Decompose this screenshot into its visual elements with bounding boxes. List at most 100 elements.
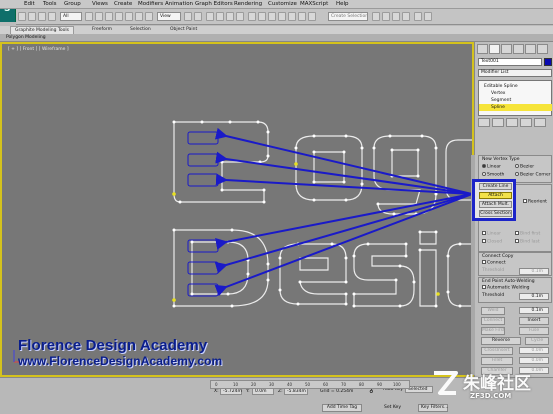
display-tab-icon[interactable] [525, 44, 536, 54]
tab-object-paint[interactable]: Object Paint [166, 26, 201, 34]
utilities-tab-icon[interactable] [537, 44, 548, 54]
menu-group[interactable]: Group [64, 1, 81, 7]
weld-value-field[interactable]: 0.1m [519, 307, 549, 314]
pivot-icon[interactable] [184, 12, 192, 21]
curve-editor-icon[interactable] [298, 12, 306, 21]
redo-icon[interactable] [28, 12, 36, 21]
radio-smooth[interactable]: Smooth [482, 172, 504, 179]
tab-graphite-modeling-tools[interactable]: Graphite Modeling Tools [10, 26, 75, 34]
select-object-icon[interactable] [85, 12, 93, 21]
cross-section-button[interactable]: Cross Section [479, 210, 512, 217]
weld-button[interactable]: Weld [481, 307, 505, 315]
tab-freeform[interactable]: Freeform [88, 26, 116, 34]
pin-stack-icon[interactable] [478, 118, 490, 127]
x-coord-field[interactable]: -5.724m [220, 388, 242, 395]
cross-insert-button[interactable]: CrossInsert [481, 347, 513, 355]
render-setup-icon[interactable] [382, 12, 390, 21]
move-icon[interactable] [125, 12, 133, 21]
connect-checkbox[interactable]: Connect [482, 260, 506, 267]
menu-modifiers[interactable]: Modifiers [138, 1, 163, 7]
toolbar-extra-icon[interactable] [414, 12, 422, 21]
stack-item-segment[interactable]: Segment [479, 97, 552, 104]
menu-graph-editors[interactable]: Graph Editors [195, 1, 233, 7]
add-time-tag-button[interactable]: Add Time Tag [322, 404, 362, 412]
reference-coord-dropdown[interactable]: View [157, 12, 181, 21]
unlink-icon[interactable] [48, 12, 56, 21]
menu-animation[interactable]: Animation [165, 1, 193, 7]
show-end-result-icon[interactable] [492, 118, 504, 127]
modify-tab-icon[interactable] [489, 44, 500, 54]
menu-rendering[interactable]: Rendering [234, 1, 262, 7]
toolbar-extra-icon[interactable] [424, 12, 432, 21]
menu-edit[interactable]: Edit [24, 1, 35, 7]
rendered-frame-icon[interactable] [392, 12, 400, 21]
make-unique-icon[interactable] [506, 118, 518, 127]
rollout-title[interactable]: New Vertex Type [482, 157, 519, 162]
y-coord-field[interactable]: 0.0m [252, 388, 274, 395]
layer-manager-icon[interactable] [278, 12, 286, 21]
selection-filter-dropdown[interactable]: All [60, 12, 82, 21]
cycle-button[interactable]: Cycle [525, 337, 549, 345]
angle-snap-icon[interactable] [216, 12, 224, 21]
stack-item-spline[interactable]: Spline [479, 104, 552, 111]
select-manipulate-icon[interactable] [194, 12, 202, 21]
stack-item-editable-spline[interactable]: Editable Spline [479, 83, 552, 90]
percent-snap-icon[interactable] [226, 12, 234, 21]
undo-icon[interactable] [18, 12, 26, 21]
modifier-list-dropdown[interactable]: Modifier List [478, 69, 552, 77]
fillet-field[interactable]: 0.0m [519, 357, 549, 364]
rect-selection-icon[interactable] [105, 12, 113, 21]
front-viewport[interactable]: [ + ] [ Front ] [ Wireframe ] [0, 42, 474, 377]
material-editor-icon[interactable] [372, 12, 380, 21]
graphite-toggle-icon[interactable] [288, 12, 296, 21]
reverse-button[interactable]: Reverse [481, 337, 521, 345]
menu-help[interactable]: Help [336, 1, 349, 7]
attach-mult-button[interactable]: Attach Mult. [479, 201, 512, 208]
select-by-name-icon[interactable] [95, 12, 103, 21]
motion-tab-icon[interactable] [513, 44, 524, 54]
menu-customize[interactable]: Customize [268, 1, 297, 7]
connect-button[interactable]: Connect [481, 317, 505, 325]
menu-maxscript[interactable]: MAXScript [300, 1, 328, 7]
stack-item-vertex[interactable]: Vertex [479, 90, 552, 97]
named-selection-dropdown[interactable]: Create Selection Se [328, 12, 368, 21]
edit-named-selection-icon[interactable] [248, 12, 256, 21]
set-key-label[interactable]: Set Key [384, 405, 401, 410]
check-closed[interactable]: Closed [482, 239, 502, 246]
check-bind-last[interactable]: Bind last [515, 239, 540, 246]
tab-selection[interactable]: Selection [126, 26, 155, 34]
object-color-swatch[interactable] [544, 58, 552, 66]
scale-icon[interactable] [145, 12, 153, 21]
object-name-field[interactable]: Text001 [478, 58, 542, 66]
render-production-icon[interactable] [402, 12, 410, 21]
connect-threshold-field[interactable]: 0.1m [519, 268, 549, 275]
reorient-checkbox[interactable]: Reorient [523, 199, 547, 206]
align-icon[interactable] [268, 12, 276, 21]
window-crossing-icon[interactable] [115, 12, 123, 21]
check-linear[interactable]: Linear [482, 231, 501, 238]
attach-button[interactable]: Attach [479, 192, 512, 199]
cross-insert-field[interactable]: 0.0m [519, 347, 549, 354]
link-icon[interactable] [38, 12, 46, 21]
create-line-button[interactable]: Create Line [479, 183, 512, 190]
fuse-button[interactable]: Fuse [519, 327, 549, 335]
radio-bezier-corner[interactable]: Bezier Corner [515, 172, 551, 179]
menu-create[interactable]: Create [114, 1, 132, 7]
automatic-welding-checkbox[interactable]: Automatic Welding [482, 285, 530, 292]
schematic-view-icon[interactable] [308, 12, 316, 21]
radio-bezier[interactable]: Bezier [515, 164, 534, 171]
check-bind-first[interactable]: Bind first [515, 231, 540, 238]
spinner-snap-icon[interactable] [236, 12, 244, 21]
menu-views[interactable]: Views [92, 1, 108, 7]
radio-linear[interactable]: Linear [482, 164, 501, 171]
rotate-icon[interactable] [135, 12, 143, 21]
fillet-button[interactable]: Fillet [481, 357, 513, 365]
mirror-icon[interactable] [258, 12, 266, 21]
timeline-track[interactable]: 0 10 20 30 40 50 60 70 80 90 100 [210, 380, 410, 389]
ribbon-polygon-modeling[interactable]: Polygon Modeling [6, 35, 46, 40]
menu-tools[interactable]: Tools [43, 1, 57, 7]
hierarchy-tab-icon[interactable] [501, 44, 512, 54]
configure-sets-icon[interactable] [534, 118, 546, 127]
make-first-button[interactable]: Make First [481, 327, 505, 335]
remove-modifier-icon[interactable] [520, 118, 532, 127]
